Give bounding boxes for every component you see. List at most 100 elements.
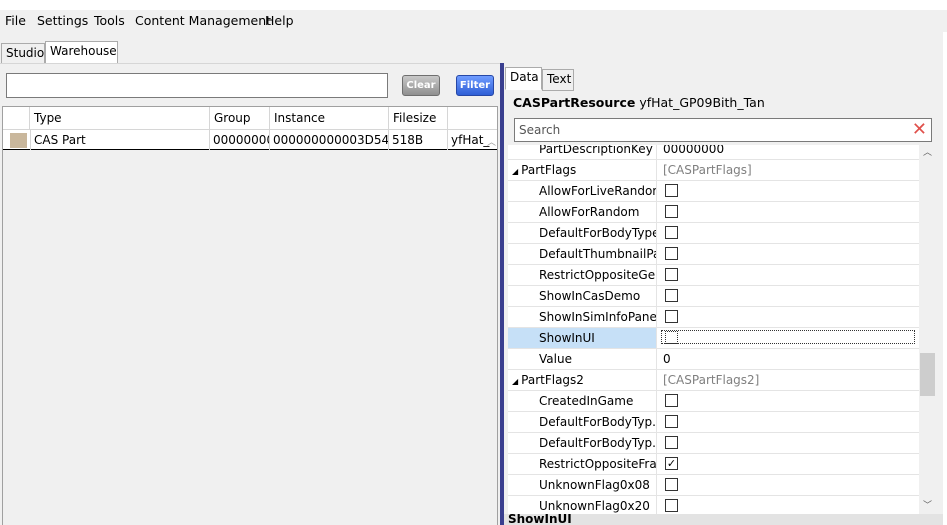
chevron-up-icon[interactable]: ︿ (919, 145, 936, 162)
property-value[interactable] (656, 265, 919, 285)
property-row[interactable]: DefaultForBodyType (508, 223, 919, 244)
triangle-expanded-icon[interactable]: ◢ (512, 377, 518, 386)
property-checkbox[interactable] (665, 436, 678, 449)
property-value[interactable] (656, 223, 919, 243)
triangle-expanded-icon[interactable]: ◢ (512, 167, 518, 176)
property-row[interactable]: ShowInUI (508, 328, 919, 349)
column-header-filesize[interactable]: Filesize (389, 107, 448, 130)
property-name[interactable]: CreatedInGame (508, 391, 656, 411)
property-checkbox[interactable] (665, 394, 678, 407)
property-name[interactable]: UnknownFlag0x20 (508, 496, 656, 515)
property-name[interactable]: Value (508, 349, 656, 369)
filter-button[interactable]: Filter (456, 75, 494, 96)
property-row[interactable]: Value 0 (508, 349, 919, 370)
cell-filesize[interactable]: 518B (389, 130, 448, 150)
property-checkbox[interactable] (665, 268, 678, 281)
property-value[interactable] (656, 433, 919, 453)
property-row[interactable]: PartDescriptionKey 00000000 (508, 145, 919, 160)
property-name[interactable]: ShowInUI (508, 328, 656, 348)
property-value[interactable]: 0 (656, 349, 919, 369)
property-checkbox[interactable] (665, 247, 678, 260)
property-value[interactable]: [CASPartFlags2] (656, 370, 919, 390)
property-row[interactable]: ShowInSimInfoPanel (508, 307, 919, 328)
property-row[interactable]: CreatedInGame (508, 391, 919, 412)
property-name[interactable]: RestrictOppositeGe... (508, 265, 656, 285)
property-name[interactable]: PartDescriptionKey (508, 145, 656, 159)
property-row[interactable]: DefaultForBodyTyp... (508, 433, 919, 454)
resource-grid: Type Group Instance Filesize CAS Part 00… (2, 106, 498, 525)
property-checkbox[interactable] (665, 415, 678, 428)
clear-button[interactable]: Clear (402, 75, 440, 96)
cell-group[interactable]: 00000000 (210, 130, 270, 150)
tab-warehouse[interactable]: Warehouse (45, 41, 118, 64)
column-header-group[interactable]: Group (210, 107, 270, 130)
property-checkbox[interactable] (665, 499, 678, 512)
property-checkbox[interactable] (665, 289, 678, 302)
property-row[interactable]: RestrictOppositeFra... ✓ (508, 454, 919, 475)
tab-text[interactable]: Text (542, 69, 574, 91)
property-value[interactable] (656, 328, 919, 348)
close-icon[interactable]: ✕ (912, 120, 927, 140)
property-name[interactable]: ShowInSimInfoPanel (508, 307, 656, 327)
property-value[interactable] (656, 181, 919, 201)
property-value[interactable] (656, 412, 919, 432)
property-row[interactable]: ◢ PartFlags [CASPartFlags] (508, 160, 919, 181)
property-row[interactable]: UnknownFlag0x08 (508, 475, 919, 496)
menu-content-management[interactable]: Content Management (135, 13, 271, 28)
property-checkbox[interactable] (665, 310, 678, 323)
menu-file[interactable]: File (5, 13, 26, 28)
category-label: PartFlags (521, 163, 577, 177)
property-name[interactable]: ◢ PartFlags2 (508, 370, 656, 390)
property-checkbox[interactable] (665, 205, 678, 218)
property-value[interactable] (656, 391, 919, 411)
tab-studio[interactable]: Studio (1, 43, 45, 65)
table-row[interactable]: CAS Part 00000000 000000000003D544 518B … (3, 130, 497, 150)
filter-input[interactable] (6, 73, 388, 98)
property-row[interactable]: AllowForLiveRandom (508, 181, 919, 202)
property-name[interactable]: DefaultForBodyTyp... (508, 412, 656, 432)
property-name[interactable]: ShowInCasDemo (508, 286, 656, 306)
chevron-down-icon[interactable]: ﹀ (919, 498, 936, 515)
property-value[interactable] (656, 286, 919, 306)
property-row[interactable]: ◢ PartFlags2 [CASPartFlags2] (508, 370, 919, 391)
scrollbar-thumb[interactable] (920, 353, 935, 396)
property-name[interactable]: DefaultForBodyType (508, 223, 656, 243)
property-value[interactable] (656, 244, 919, 264)
property-name[interactable]: RestrictOppositeFra... (508, 454, 656, 474)
property-checkbox[interactable] (665, 184, 678, 197)
property-value[interactable]: 00000000 (656, 145, 919, 159)
property-name[interactable]: AllowForLiveRandom (508, 181, 656, 201)
property-value[interactable] (656, 496, 919, 515)
property-row[interactable]: UnknownFlag0x20 (508, 496, 919, 515)
property-value[interactable]: [CASPartFlags] (656, 160, 919, 180)
tab-data[interactable]: Data (505, 67, 542, 90)
menu-help[interactable]: Help (265, 13, 294, 28)
property-checkbox[interactable]: ✓ (665, 457, 678, 470)
property-value[interactable] (656, 202, 919, 222)
property-row[interactable]: RestrictOppositeGe... (508, 265, 919, 286)
menu-settings[interactable]: Settings (37, 13, 88, 28)
property-row[interactable]: AllowForRandom (508, 202, 919, 223)
column-header-type[interactable]: Type (30, 107, 210, 130)
property-value[interactable] (656, 307, 919, 327)
property-search[interactable]: Search ✕ (514, 118, 932, 142)
property-row[interactable]: DefaultThumbnailPart (508, 244, 919, 265)
property-name[interactable]: DefaultThumbnailPart (508, 244, 656, 264)
property-value[interactable]: ✓ (656, 454, 919, 474)
cell-type[interactable]: CAS Part (30, 130, 210, 150)
property-name[interactable]: AllowForRandom (508, 202, 656, 222)
menu-tools[interactable]: Tools (94, 13, 125, 28)
property-name[interactable]: UnknownFlag0x08 (508, 475, 656, 495)
property-checkbox[interactable] (665, 226, 678, 239)
property-row[interactable]: DefaultForBodyTyp... (508, 412, 919, 433)
chevron-up-icon[interactable]: ︿ (487, 135, 496, 148)
resource-title: CASPartResource yfHat_GP09Bith_Tan (513, 95, 765, 110)
property-name[interactable]: ◢ PartFlags (508, 160, 656, 180)
property-value[interactable] (656, 475, 919, 495)
column-header-instance[interactable]: Instance (270, 107, 389, 130)
property-name[interactable]: DefaultForBodyTyp... (508, 433, 656, 453)
property-scrollbar[interactable]: ︿ ﹀ (919, 145, 936, 515)
cell-instance[interactable]: 000000000003D544 (270, 130, 389, 150)
property-row[interactable]: ShowInCasDemo (508, 286, 919, 307)
property-checkbox[interactable] (665, 478, 678, 491)
